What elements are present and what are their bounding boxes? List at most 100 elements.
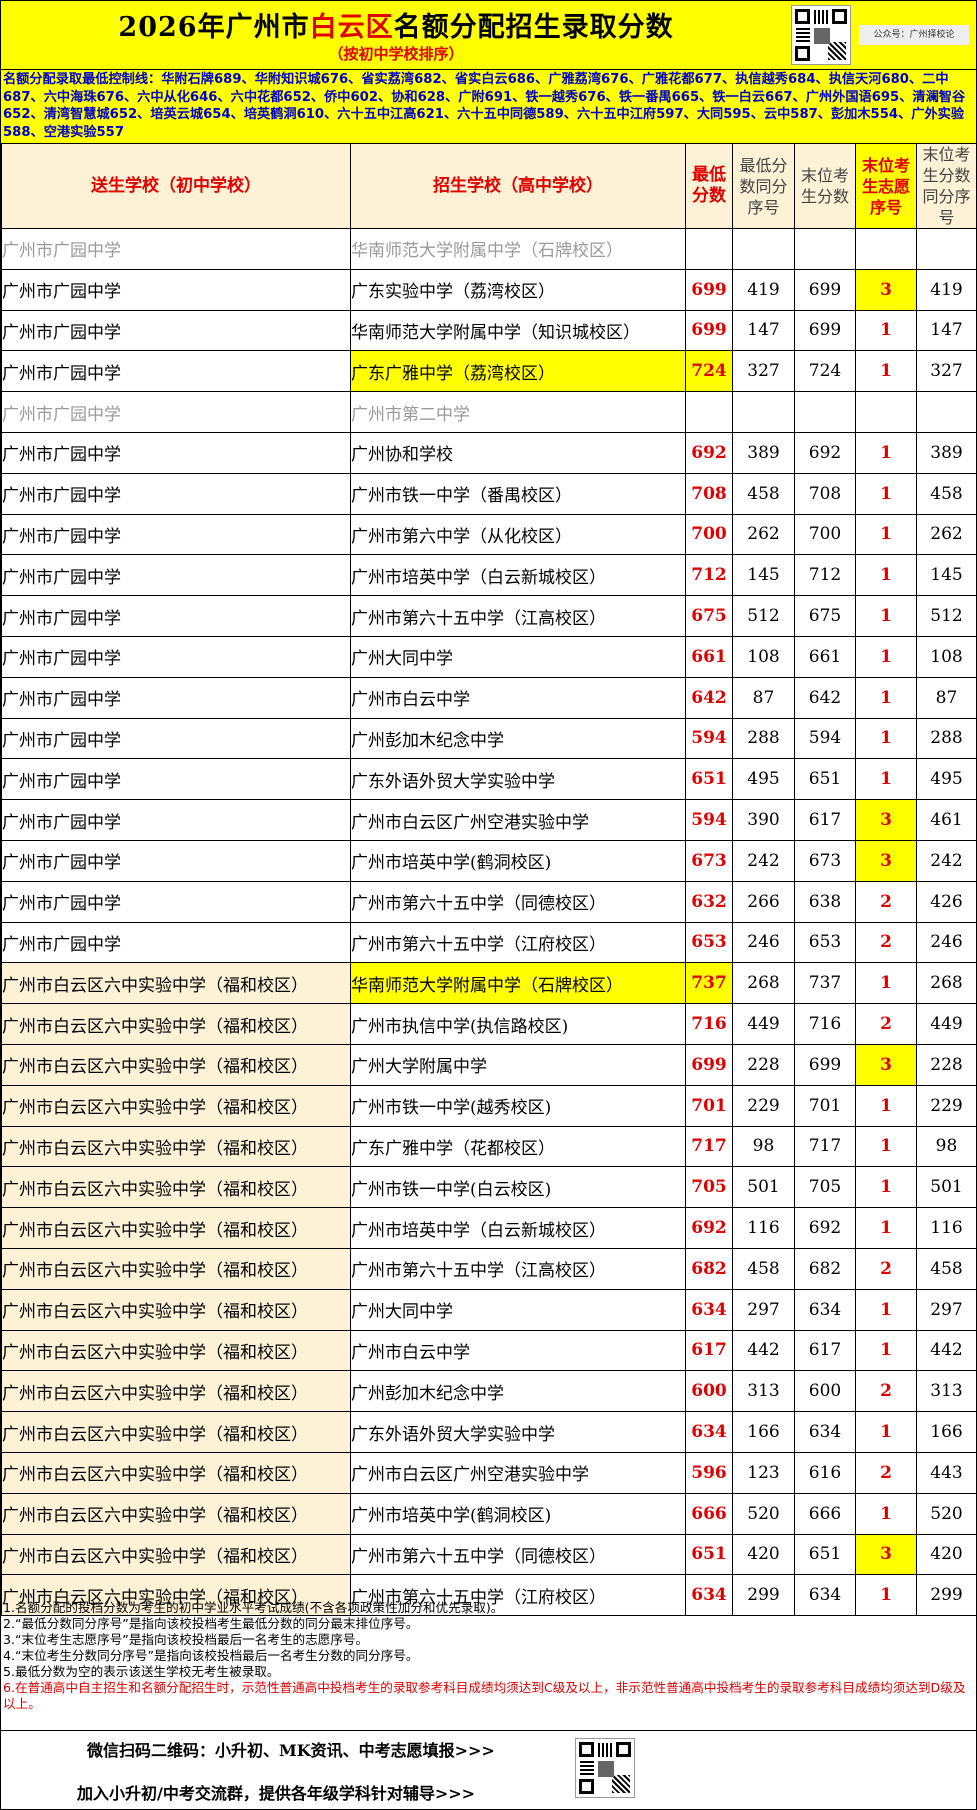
table-row: 广州市广园中学 广东外语外贸大学实验中学 651 495 651 1 495 — [1, 758, 977, 801]
cell-last-score: 716 — [794, 1003, 856, 1045]
cell-min-rank: 229 — [732, 1084, 795, 1127]
cell-last-score: 700 — [794, 513, 856, 556]
cell-from-school: 广州市白云区六中实验中学（福和校区） — [1, 1207, 351, 1249]
cell-to-school: 广州市白云中学 — [350, 676, 686, 719]
cell-min-score: 600 — [685, 1370, 733, 1413]
table-row: 广州市广园中学 广州彭加木纪念中学 594 288 594 1 288 — [1, 717, 977, 760]
cell-last-score: 692 — [794, 1207, 856, 1249]
cell-from-school: 广州市白云区六中实验中学（福和校区） — [1, 1247, 351, 1290]
cell-min-score: 594 — [685, 717, 733, 760]
cell-min-rank: 266 — [732, 880, 795, 923]
cell-last-rank: 145 — [916, 554, 977, 597]
cell-to-school: 广州市铁一中学(越秀校区) — [350, 1084, 686, 1127]
cell-to-school: 广州市第六十五中学（江府校区） — [350, 921, 686, 964]
cell-last-rank: 166 — [916, 1411, 977, 1453]
title-suffix: 名额分配招生录取分数 — [393, 12, 674, 43]
footnote-grade-requirement: 6.在普通高中自主招生和名额分配招生时，示范性普通高中投档考生的录取参考科目成绩… — [3, 1680, 966, 1711]
col-header-to: 招生学校（高中学校） — [350, 143, 686, 229]
cell-to-school: 广州彭加木纪念中学 — [350, 1370, 686, 1413]
cell-last-score: 712 — [794, 554, 856, 597]
cell-min-score: 666 — [685, 1492, 733, 1535]
cell-min-score: 700 — [685, 513, 733, 556]
cell-last-volunteer: 3 — [855, 268, 917, 311]
table-row: 广州市广园中学 华南师范大学附属中学（石牌校区） — [1, 228, 977, 270]
cell-last-rank: 420 — [916, 1533, 977, 1576]
cell-last-rank: 268 — [916, 962, 977, 1005]
cell-last-rank: 461 — [916, 799, 977, 841]
cutoff-notice: 名额分配录取最低控制线：华附石牌689、华附知识城676、省实荔湾682、省实白… — [1, 70, 976, 145]
cell-to-school: 广州大同中学 — [350, 635, 686, 678]
cell-min-rank: 501 — [732, 1166, 795, 1209]
cell-min-rank: 512 — [732, 595, 795, 637]
table-row: 广州市白云区六中实验中学（福和校区） 华南师范大学附属中学（石牌校区） 737 268… — [1, 962, 977, 1005]
table-row: 广州市白云区六中实验中学（福和校区） 广州市白云区广州空港实验中学 596 123 61… — [1, 1451, 977, 1494]
cell-last-volunteer: 1 — [855, 1492, 917, 1535]
cell-min-score — [685, 228, 733, 270]
table-row: 广州市广园中学 广州市培英中学(鹤洞校区) 673 242 673 3 242 — [1, 839, 977, 882]
cell-last-volunteer: 1 — [855, 635, 917, 678]
cell-last-volunteer: 1 — [855, 717, 917, 760]
table-row: 广州市广园中学 广东广雅中学（荔湾校区） 724 327 724 1 327 — [1, 350, 977, 393]
cell-last-volunteer: 2 — [855, 1247, 917, 1290]
cell-to-school: 广州市第六十五中学（江高校区） — [350, 1247, 686, 1290]
title-prefix: 2026年广州市 — [118, 12, 310, 43]
cell-last-score: 642 — [794, 676, 856, 719]
table-row: 广州市广园中学 广东实验中学（荔湾校区） 699 419 699 3 419 — [1, 268, 977, 311]
cell-last-rank: 262 — [916, 513, 977, 556]
table-row: 广州市白云区六中实验中学（福和校区） 广州市铁一中学(白云校区) 705 501 705… — [1, 1166, 977, 1209]
cell-min-rank: 268 — [732, 962, 795, 1005]
cell-last-volunteer: 3 — [855, 1533, 917, 1576]
cell-from-school: 广州市广园中学 — [1, 595, 351, 637]
cell-min-rank: 420 — [732, 1533, 795, 1576]
table-row: 广州市白云区六中实验中学（福和校区） 广州市第六十五中学（同德校区） 651 420 6… — [1, 1533, 977, 1576]
cell-min-score: 653 — [685, 921, 733, 964]
cell-min-rank: 166 — [732, 1411, 795, 1453]
cell-last-score: 594 — [794, 717, 856, 760]
cell-min-rank: 288 — [732, 717, 795, 760]
cell-min-score: 634 — [685, 1288, 733, 1331]
cell-from-school: 广州市广园中学 — [1, 880, 351, 923]
cell-last-volunteer: 1 — [855, 758, 917, 801]
cell-last-volunteer — [855, 228, 917, 270]
cell-last-volunteer: 1 — [855, 1084, 917, 1127]
cell-to-school: 广东外语外贸大学实验中学 — [350, 758, 686, 801]
cell-to-school: 广东实验中学（荔湾校区） — [350, 268, 686, 311]
cell-last-volunteer: 2 — [855, 880, 917, 923]
table-row: 广州市广园中学 广州大同中学 661 108 661 1 108 — [1, 635, 977, 678]
col-header-from: 送生学校（初中学校） — [1, 143, 351, 229]
cell-last-rank: 108 — [916, 635, 977, 678]
cell-to-school: 广州市第六十五中学（同德校区） — [350, 880, 686, 923]
cell-to-school: 广州市培英中学(鹤洞校区) — [350, 839, 686, 882]
cell-from-school: 广州市广园中学 — [1, 676, 351, 719]
cell-last-rank: 242 — [916, 839, 977, 882]
cell-min-score: 737 — [685, 962, 733, 1005]
cell-min-rank: 520 — [732, 1492, 795, 1535]
cell-last-score: 692 — [794, 431, 856, 474]
cell-min-score: 699 — [685, 268, 733, 311]
table-header-row: 送生学校（初中学校） 招生学校（高中学校） 最低分数 最低分数同分序号 末位考生… — [1, 143, 977, 229]
table-row: 广州市广园中学 广州市第六十五中学（同德校区） 632 266 638 2 426 — [1, 880, 977, 923]
cell-last-volunteer: 1 — [855, 676, 917, 719]
cell-last-score: 699 — [794, 309, 856, 352]
cell-last-score — [794, 228, 856, 270]
footnote: 2.“最低分数同分序号”是指向该校投档考生最低分数的同分最末排位序号。 — [3, 1616, 419, 1631]
cell-last-volunteer: 1 — [855, 1166, 917, 1209]
cell-last-rank: 229 — [916, 1084, 977, 1127]
cell-from-school: 广州市广园中学 — [1, 799, 351, 841]
table-row: 广州市广园中学 广州市第六十五中学（江府校区） 653 246 653 2 246 — [1, 921, 977, 964]
cell-from-school: 广州市广园中学 — [1, 472, 351, 515]
cell-last-score: 705 — [794, 1166, 856, 1209]
cell-from-school: 广州市广园中学 — [1, 839, 351, 882]
cell-to-school: 华南师范大学附属中学（石牌校区） — [350, 228, 686, 270]
qr-label: 公众号：广州择校论 — [859, 25, 969, 45]
cell-last-volunteer: 3 — [855, 839, 917, 882]
cell-last-rank: 443 — [916, 1451, 977, 1494]
cell-from-school: 广州市广园中学 — [1, 431, 351, 474]
table-row: 广州市广园中学 广州市第六十五中学（江高校区） 675 512 675 1 512 — [1, 595, 977, 637]
cell-from-school: 广州市白云区六中实验中学（福和校区） — [1, 1451, 351, 1494]
cell-last-score: 673 — [794, 839, 856, 882]
cell-last-volunteer: 1 — [855, 431, 917, 474]
table-row: 广州市白云区六中实验中学（福和校区） 广东外语外贸大学实验中学 634 166 634 1… — [1, 1411, 977, 1453]
cell-min-rank: 123 — [732, 1451, 795, 1494]
cell-min-rank: 327 — [732, 350, 795, 393]
